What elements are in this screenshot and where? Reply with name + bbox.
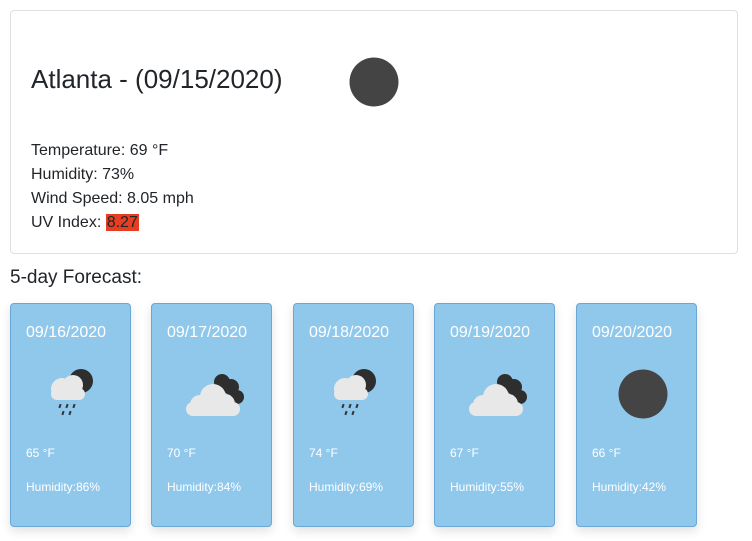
uv-index-label: UV Index: xyxy=(31,214,106,231)
city-title: Atlanta - (09/15/2020) xyxy=(31,64,283,94)
rain-cloud-night-icon xyxy=(51,369,93,416)
forecast-date: 09/18/2020 xyxy=(309,324,390,341)
temperature-text: Temperature: 69 °F xyxy=(31,142,169,159)
uv-index-badge: 8.27 xyxy=(105,214,139,231)
forecast-card: 09/16/2020 65 °F Humidity:86% xyxy=(10,303,131,527)
forecast-humidity: Humidity:42% xyxy=(592,480,667,494)
forecast-temperature: 70 °F xyxy=(167,446,196,460)
forecast-temperature: 67 °F xyxy=(450,446,479,460)
moon-circle-icon xyxy=(618,369,668,419)
forecast-temperature: 66 °F xyxy=(592,446,621,460)
forecast-heading: 5-day Forecast: xyxy=(10,267,142,288)
uv-index-row: UV Index: 8.27 xyxy=(31,211,194,235)
current-weather-card: Atlanta - (09/15/2020) Temperature: 69 °… xyxy=(10,10,738,254)
forecast-humidity: Humidity:86% xyxy=(26,480,101,494)
forecast-humidity: Humidity:84% xyxy=(167,480,242,494)
current-stats: Temperature: 69 °F Humidity: 73% Wind Sp… xyxy=(31,139,194,235)
humidity-text: Humidity: 73% xyxy=(31,166,135,183)
forecast-temperature: 74 °F xyxy=(309,446,338,460)
moon-circle-icon xyxy=(349,57,399,107)
forecast-card: 09/18/2020 74 °F Humidity:69% xyxy=(293,303,414,527)
rain-cloud-night-icon xyxy=(334,369,376,416)
cloudy-night-icon xyxy=(469,374,527,416)
forecast-humidity: Humidity:69% xyxy=(309,480,384,494)
wind-speed-text: Wind Speed: 8.05 mph xyxy=(31,190,194,207)
forecast-card: 09/20/2020 66 °F Humidity:42% xyxy=(576,303,697,527)
forecast-date: 09/16/2020 xyxy=(26,324,107,341)
forecast-date: 09/20/2020 xyxy=(592,324,673,341)
forecast-card: 09/17/2020 70 °F Humidity:84% xyxy=(151,303,272,527)
forecast-date: 09/17/2020 xyxy=(167,324,248,341)
forecast-date: 09/19/2020 xyxy=(450,324,531,341)
forecast-humidity: Humidity:55% xyxy=(450,480,525,494)
forecast-temperature: 65 °F xyxy=(26,446,55,460)
cloudy-night-icon xyxy=(186,374,244,416)
forecast-card: 09/19/2020 67 °F Humidity:55% xyxy=(434,303,555,527)
